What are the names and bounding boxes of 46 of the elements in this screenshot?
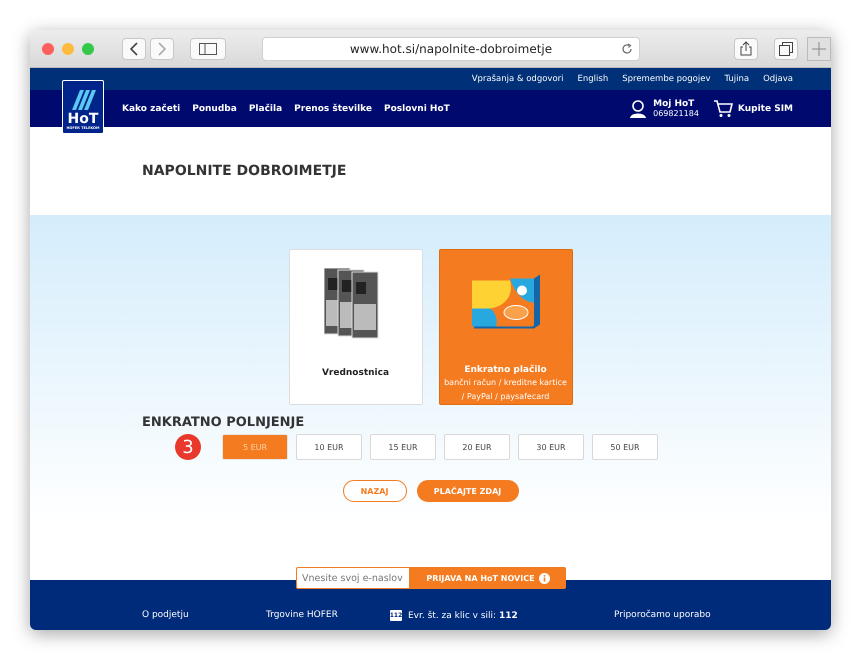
email-field[interactable]: Vnesite svoj e-naslov bbox=[296, 567, 410, 589]
tabs-icon bbox=[779, 42, 793, 56]
amount-option[interactable]: 15 EUR bbox=[370, 434, 436, 460]
payment-option-card[interactable]: Vrednostnica bbox=[288, 249, 422, 405]
step-number: 3 bbox=[175, 434, 201, 460]
top-link[interactable]: Odjava bbox=[763, 74, 793, 84]
plus-icon bbox=[812, 42, 826, 56]
top-link[interactable]: Spremembe pogojev bbox=[622, 74, 710, 84]
footer-link[interactable]: O podjetju bbox=[142, 610, 266, 620]
amount-option[interactable]: 20 EUR bbox=[444, 434, 510, 460]
page-title: NAPOLNITE DOBROIMETJE bbox=[142, 163, 346, 179]
option-description: bančni račun / kreditne kartice / PayPal / paysafecard bbox=[443, 377, 568, 403]
reload-icon[interactable] bbox=[621, 42, 633, 54]
top-link[interactable]: English bbox=[578, 74, 608, 84]
nav-link[interactable]: Poslovni HoT bbox=[384, 104, 450, 114]
address-bar[interactable]: www.hot.si/napolnite-dobroimetje bbox=[262, 36, 640, 60]
user-icon[interactable] bbox=[629, 98, 648, 118]
amount-option[interactable]: 50 EUR bbox=[592, 434, 658, 460]
back-button[interactable] bbox=[122, 38, 146, 60]
sidebar-icon bbox=[199, 42, 217, 54]
section-title: ENKRATNO POLNJENJE bbox=[142, 415, 304, 430]
buy-sim-link[interactable]: Kupite SIM bbox=[738, 104, 793, 114]
amount-option[interactable]: 10 EUR bbox=[296, 434, 362, 460]
account-link[interactable]: Moj HoT bbox=[653, 99, 699, 109]
sidebar-button[interactable] bbox=[190, 38, 226, 60]
tabs-button[interactable] bbox=[774, 38, 798, 60]
cart-icon[interactable] bbox=[712, 100, 733, 118]
new-tab-button[interactable] bbox=[807, 36, 831, 60]
share-button[interactable] bbox=[734, 38, 758, 60]
nav-link[interactable]: Prenos številke bbox=[294, 104, 372, 114]
app-recommendation-text: Priporočamo uporabo bbox=[614, 610, 711, 620]
phone-number: 069821184 bbox=[653, 109, 699, 118]
chevron-right-icon bbox=[157, 42, 167, 56]
top-link[interactable]: Tujina bbox=[724, 74, 750, 84]
chevron-left-icon bbox=[129, 42, 139, 56]
share-icon bbox=[740, 41, 752, 56]
nav-link[interactable]: Ponudba bbox=[192, 104, 237, 114]
top-link[interactable]: Vprašanja & odgovori bbox=[472, 74, 564, 84]
option-title: Enkratno plačilo bbox=[464, 365, 547, 375]
footer-link[interactable]: Trgovine HOFER bbox=[266, 610, 390, 620]
nav-link[interactable]: Plačila bbox=[248, 104, 282, 114]
nav-link[interactable]: Kako začeti bbox=[122, 104, 180, 114]
info-icon bbox=[538, 572, 550, 584]
emergency-number-text: Evr. št. za klic v sili: 112 bbox=[408, 610, 518, 620]
option-title: Vrednostnica bbox=[322, 368, 390, 378]
amount-option[interactable]: 30 EUR bbox=[518, 434, 584, 460]
